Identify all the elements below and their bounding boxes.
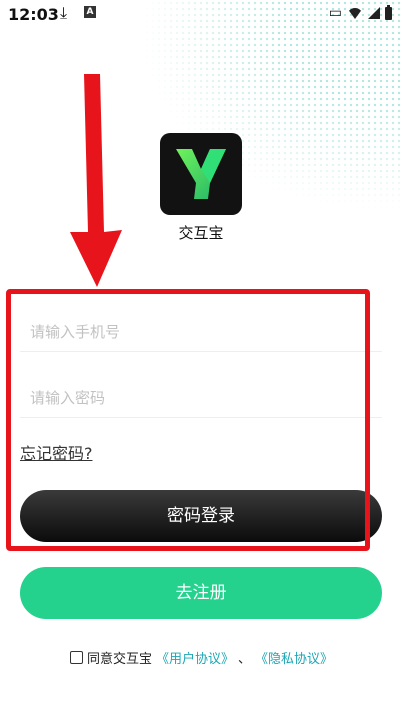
password-input[interactable] xyxy=(20,378,382,418)
signal-icon xyxy=(368,7,380,19)
notification-icon: A xyxy=(84,6,96,18)
register-button[interactable]: 去注册 xyxy=(20,567,382,619)
status-icons: ▭ xyxy=(328,4,392,21)
phone-input[interactable] xyxy=(20,312,382,352)
status-bar: 12:03 ⤓ A ▭ xyxy=(0,0,402,28)
forgot-password-link[interactable]: 忘记密码? xyxy=(20,440,93,464)
password-login-button[interactable]: 密码登录 xyxy=(20,490,382,542)
vibrate-icon: ▭ xyxy=(328,5,342,21)
agreement-row: 同意交互宝 《用户协议》 、 《隐私协议》 xyxy=(70,648,333,667)
wifi-icon xyxy=(347,7,363,19)
agree-checkbox[interactable] xyxy=(70,651,83,664)
logo-y-icon xyxy=(176,149,226,199)
app-name: 交互宝 xyxy=(178,224,224,242)
privacy-agreement-link[interactable]: 《隐私协议》 xyxy=(255,648,333,667)
battery-icon xyxy=(385,4,392,20)
app-logo xyxy=(160,133,242,215)
agreement-separator: 、 xyxy=(238,652,252,667)
user-agreement-link[interactable]: 《用户协议》 xyxy=(156,648,234,667)
download-icon: ⤓ xyxy=(60,3,68,22)
agreement-prefix: 同意交互宝 xyxy=(87,652,153,667)
status-time: 12:03 xyxy=(8,5,59,24)
